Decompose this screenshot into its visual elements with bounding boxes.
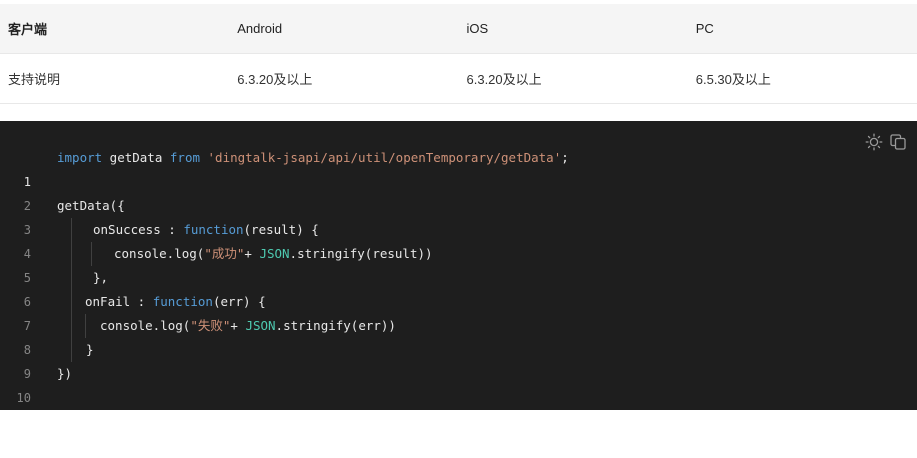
code-line: 9 } [0, 338, 917, 381]
code-block: 1 import getData from 'dingtalk-jsapi/ap… [0, 121, 917, 410]
code-line: 1 import getData from 'dingtalk-jsapi/ap… [0, 146, 917, 189]
code-line: 7 onFail : function(err) { [0, 290, 917, 333]
line-number: 10 [16, 391, 31, 405]
code-lines: 1 import getData from 'dingtalk-jsapi/ap… [0, 146, 917, 405]
header-android: Android [237, 21, 283, 36]
cell-android-version: 6.3.20及以上 [237, 72, 313, 87]
code-line: 6 }, [0, 266, 917, 309]
code-line: 2 [0, 170, 917, 213]
header-client: 客户端 [8, 22, 48, 37]
code-line: 8 console.log("失败"+ JSON.stringify(err)) [0, 314, 917, 357]
cell-ios-version: 6.3.20及以上 [466, 72, 542, 87]
cell-support-label: 支持说明 [8, 72, 61, 87]
table-header-row: 客户端 Android iOS PC [0, 4, 917, 54]
header-pc: PC [695, 21, 714, 36]
compat-table: 客户端 Android iOS PC 支持说明 6.3.20及以上 6.3.20… [0, 4, 917, 104]
header-ios: iOS [466, 21, 489, 36]
code-line: 4 onSuccess : function(result) { [0, 218, 917, 261]
code-line: 5 console.log("成功"+ JSON.stringify(resul… [0, 242, 917, 285]
cell-pc-version: 6.5.30及以上 [695, 72, 771, 87]
code-line: 3 getData({ [0, 194, 917, 237]
table-row: 支持说明 6.3.20及以上 6.3.20及以上 6.5.30及以上 [0, 54, 917, 104]
code-line: 10 }) [0, 362, 917, 405]
